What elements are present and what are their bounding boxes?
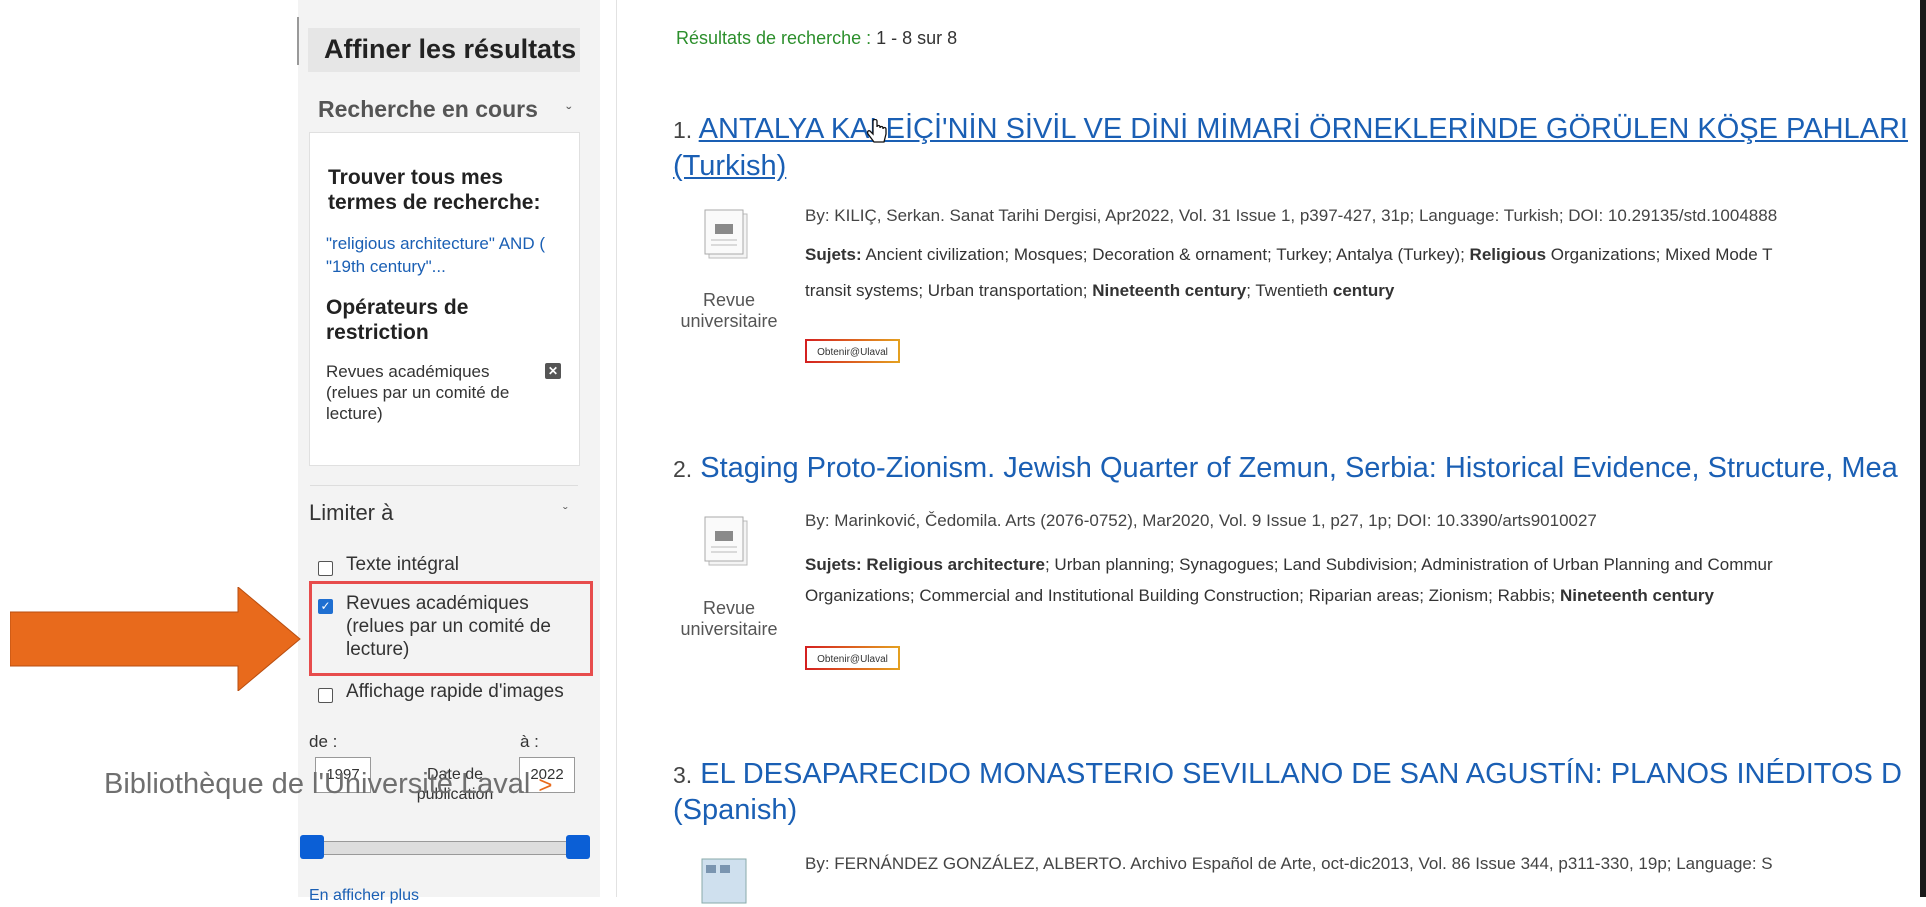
sidebar-toggle-edge[interactable] [293,17,299,65]
result-title-row: (Spanish) [673,790,797,830]
refine-title: Affiner les résultats [324,34,577,64]
refine-header: Affiner les résultats [308,28,580,72]
results-summary: Résultats de recherche : 1 - 8 sur 8 [676,28,957,49]
date-slider-handle-max[interactable] [566,835,590,859]
result-subjects: transit systems; Urban transportation; N… [805,275,1394,306]
result-subjects: Sujets: Religious architecture; Urban pl… [805,549,1773,580]
result-title-link[interactable]: EL DESAPARECIDO MONASTERIO SEVILLANO DE … [700,758,1902,790]
result-index: 3. [673,762,693,788]
image-quickview-label: Affichage rapide d'images [346,681,564,702]
date-slider-track[interactable] [311,841,590,855]
result-title-language[interactable]: (Spanish) [673,794,797,826]
date-slider-handle-min[interactable] [300,835,324,859]
result-title-row: 1. ANTALYA KALEİÇİ'NİN SİVİL VE DİNİ MİM… [673,109,1908,150]
library-caption: Bibliothèque de l'Université Laval > [104,768,552,801]
result-meta: By: Marinković, Čedomila. Arts (2076-075… [805,511,1597,530]
highlight-box [309,581,593,676]
subjects-text: transit systems; Urban transportation; [805,281,1093,300]
find-all-terms-label: Trouver tous mes termes de recherche: [328,166,541,214]
restriction-label: Revues académiques (relues par un comité… [326,362,510,423]
result-index: 1. [673,117,693,143]
window-edge [1920,0,1926,897]
result-title-link[interactable]: Staging Proto-Zionism. Jewish Quarter of… [700,452,1898,484]
fulltext-label: Texte intégral [346,554,460,575]
subjects-text: Ancient civilization; Mosques; Decoratio… [861,245,1470,264]
sidebar-divider [616,0,617,897]
from-label: de : [309,732,338,751]
operators-title: Opérateurs de restriction [326,296,469,344]
subjects-text: Organizations; Commercial and Institutio… [805,586,1560,605]
image-quickview-checkbox[interactable] [318,688,333,703]
result-subjects: Sujets: Ancient civilization; Mosques; D… [805,239,1773,270]
hand-cursor-icon [866,119,887,143]
result-title-row: 2. Staging Proto-Zionism. Jewish Quarter… [673,448,1898,489]
search-query-link[interactable]: "religious architecture" AND ( "19th cen… [326,232,571,278]
fulltext-checkbox[interactable] [318,561,333,576]
subjects-text: Organizations; Mixed Mode T [1546,245,1773,264]
publication-type-label: Revue universitaire [680,290,778,331]
remove-restriction-icon[interactable]: ✕ [545,363,561,379]
to-label: à : [520,732,539,751]
subjects-bold: Religious architecture [866,555,1045,574]
document-icon [704,209,748,259]
chevron-down-icon: ˇ [563,504,568,520]
result-title-language[interactable]: (Turkish) [673,150,786,182]
subjects-text: ; Twentieth [1246,281,1333,300]
subjects-text: ; Urban planning; Synagogues; Land Subdi… [1044,555,1773,574]
orange-arrow-icon [10,587,301,691]
limit-to-toggle[interactable]: Limiter à ˇ [309,500,579,526]
subjects-bold: Nineteenth century [1092,281,1247,300]
result-meta: By: KILIÇ, Serkan. Sanat Tarihi Dergisi,… [805,206,1778,225]
results-summary-label: Résultats de recherche : [676,28,877,48]
image-document-icon [701,858,747,904]
result-subjects: Organizations; Commercial and Institutio… [805,580,1714,611]
subjects-label: Sujets: [805,555,862,574]
result-title-row: 3. EL DESAPARECIDO MONASTERIO SEVILLANO … [673,754,1902,795]
library-arrow: > [538,772,553,799]
result-title-row: (Turkish) [673,146,786,186]
subjects-bold: century [1332,281,1395,300]
limit-to-label: Limiter à [309,500,394,525]
show-more-link[interactable]: En afficher plus [309,887,419,905]
document-icon [704,516,748,566]
chevron-down-icon: ˇ [566,104,571,120]
subjects-bold: Nineteenth century [1559,586,1714,605]
current-search-label: Recherche en cours [318,96,538,122]
result-index: 2. [673,456,693,482]
obtenir-ulaval-button[interactable]: Obtenir@Ulaval [805,646,900,670]
result-meta: By: FERNÁNDEZ GONZÁLEZ, ALBERTO. Archivo… [805,854,1773,873]
obtenir-ulaval-button[interactable]: Obtenir@Ulaval [805,339,900,363]
current-search-toggle[interactable]: Recherche en cours ˇ [318,96,571,123]
section-divider [310,485,578,486]
results-summary-range: 1 - 8 sur 8 [876,28,958,48]
subjects-label: Sujets: [805,245,862,264]
publication-type-label: Revue universitaire [680,598,778,639]
library-caption-text: Bibliothèque de l'Université Laval [104,768,531,800]
subjects-bold: Religious [1469,245,1547,264]
